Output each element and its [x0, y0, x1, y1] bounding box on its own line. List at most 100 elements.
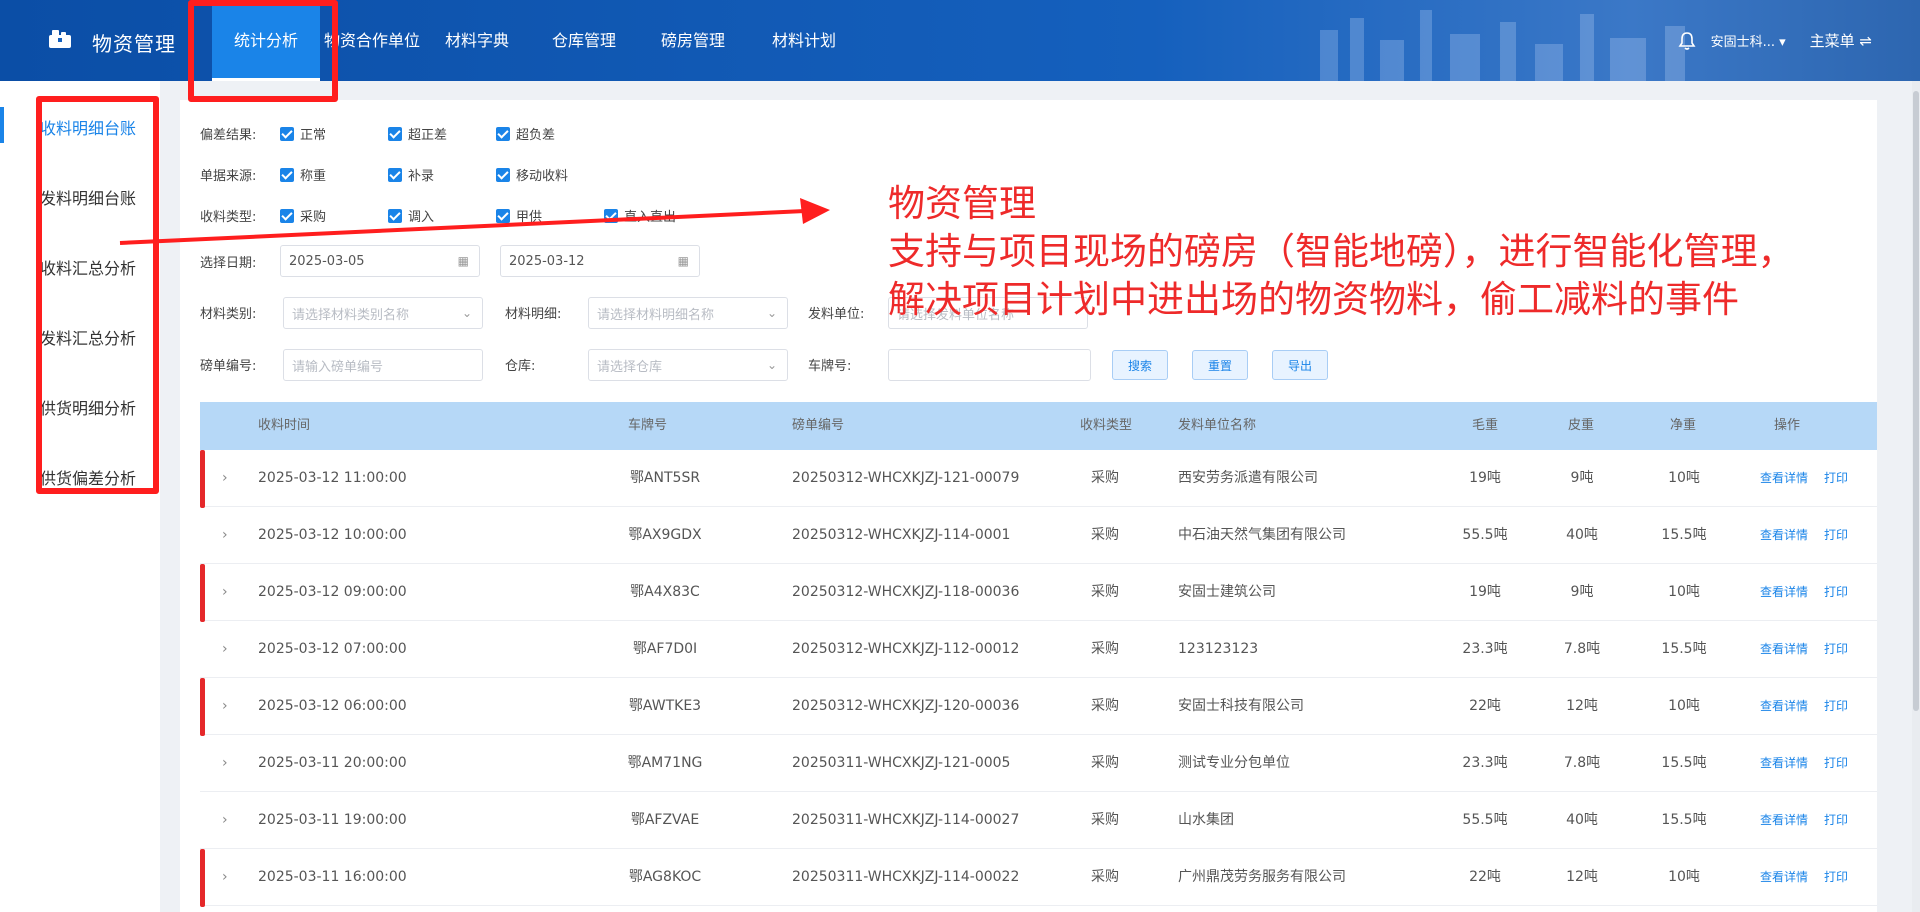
checkbox-checked-icon: [280, 167, 294, 182]
table-row[interactable]: › 2025-03-12 07:00:00 鄂AF7D0I 20250312-W…: [200, 621, 1877, 678]
table-row[interactable]: › 2025-03-12 06:00:00 鄂AWTKE3 20250312-W…: [200, 678, 1877, 735]
expand-chevron-icon[interactable]: ›: [222, 792, 228, 848]
print-link[interactable]: 打印: [1824, 564, 1848, 621]
date-start-value: 2025-03-05: [289, 253, 365, 269]
sidebar-item-receive-summary[interactable]: 收料汇总分析: [40, 255, 136, 279]
print-link[interactable]: 打印: [1824, 792, 1848, 849]
view-detail-link[interactable]: 查看详情: [1760, 507, 1808, 564]
checkbox-mobile-receive[interactable]: 移动收料: [496, 165, 568, 184]
checkbox-label: 称重: [300, 169, 327, 184]
detail-select[interactable]: 请选择材料明细名称 ⌄: [588, 297, 788, 329]
sidebar-item-supply-detail[interactable]: 供货明细分析: [40, 395, 136, 419]
checkbox-owner-supply[interactable]: 甲供: [496, 206, 542, 225]
chevron-down-icon: ⌄: [766, 306, 777, 320]
top-nav: 统计分析 物资合作单位 材料字典 仓库管理 磅房管理 材料计划: [212, 0, 860, 81]
cell-tare: 40吨: [1566, 812, 1598, 828]
checkbox-manual-entry[interactable]: 补录: [388, 165, 434, 184]
sidebar-item-issue-summary[interactable]: 发料汇总分析: [40, 325, 136, 349]
nav-tab-stats[interactable]: 统计分析: [212, 0, 320, 81]
cell-net: 10吨: [1668, 869, 1700, 885]
box-logo-icon: [49, 30, 71, 48]
expand-chevron-icon[interactable]: ›: [222, 564, 228, 620]
checkbox-label: 采购: [300, 210, 327, 225]
table-row[interactable]: › 2025-03-12 11:00:00 鄂ANT5SR 20250312-W…: [200, 450, 1877, 507]
view-detail-link[interactable]: 查看详情: [1760, 792, 1808, 849]
expand-chevron-icon[interactable]: ›: [222, 678, 228, 734]
print-link[interactable]: 打印: [1824, 678, 1848, 735]
table-row[interactable]: › 2025-03-12 09:00:00 鄂A4X83C 20250312-W…: [200, 564, 1877, 621]
checkbox-over-negative[interactable]: 超负差: [496, 124, 555, 143]
checkbox-label: 甲供: [516, 210, 543, 225]
type-label: 收料类型:: [200, 210, 257, 225]
nav-tab-partners[interactable]: 物资合作单位: [320, 0, 424, 81]
sidebar-item-supply-deviation[interactable]: 供货偏差分析: [40, 465, 136, 489]
date-end-input[interactable]: 2025-03-12 ▦: [500, 245, 700, 277]
print-link[interactable]: 打印: [1824, 849, 1848, 906]
print-link[interactable]: 打印: [1824, 621, 1848, 678]
cell-ticket: 20250312-WHCXKJZJ-121-00079: [792, 470, 1020, 486]
expand-chevron-icon[interactable]: ›: [222, 450, 228, 506]
table-row[interactable]: › 2025-03-11 19:00:00 鄂AFZVAE 20250311-W…: [200, 792, 1877, 849]
expand-chevron-icon[interactable]: ›: [222, 507, 228, 563]
print-link[interactable]: 打印: [1824, 507, 1848, 564]
page-scrollbar[interactable]: [1912, 81, 1920, 912]
expand-chevron-icon[interactable]: ›: [222, 849, 228, 905]
view-detail-link[interactable]: 查看详情: [1760, 735, 1808, 792]
plate-input[interactable]: [888, 349, 1091, 381]
expand-chevron-icon[interactable]: ›: [222, 735, 228, 791]
warehouse-select[interactable]: 请选择仓库 ⌄: [588, 349, 788, 381]
table-row[interactable]: › 2025-03-12 10:00:00 鄂AX9GDX 20250312-W…: [200, 507, 1877, 564]
cell-ticket: 20250312-WHCXKJZJ-120-00036: [792, 698, 1020, 714]
category-label: 材料类别:: [200, 307, 257, 322]
view-detail-link[interactable]: 查看详情: [1760, 678, 1808, 735]
view-detail-link[interactable]: 查看详情: [1760, 564, 1808, 621]
print-link[interactable]: 打印: [1824, 450, 1848, 507]
cell-supplier: 123123123: [1178, 641, 1259, 657]
view-detail-link[interactable]: 查看详情: [1760, 849, 1808, 906]
cell-supplier: 测试专业分包单位: [1178, 755, 1290, 771]
nav-tab-weighhouse[interactable]: 磅房管理: [638, 0, 748, 81]
checkbox-weighing[interactable]: 称重: [280, 165, 326, 184]
table-row[interactable]: › 2025-03-11 20:00:00 鄂AM71NG 20250311-W…: [200, 735, 1877, 792]
checkbox-checked-icon: [388, 208, 402, 223]
checkbox-transfer-in[interactable]: 调入: [388, 206, 434, 225]
checkbox-normal[interactable]: 正常: [280, 124, 326, 143]
cell-plate: 鄂AWTKE3: [628, 698, 702, 714]
search-button[interactable]: 搜索: [1112, 350, 1168, 380]
print-link[interactable]: 打印: [1824, 735, 1848, 792]
ticket-input[interactable]: 请输入磅单编号: [283, 349, 483, 381]
cell-ticket: 20250312-WHCXKJZJ-118-00036: [792, 584, 1020, 600]
view-detail-link[interactable]: 查看详情: [1760, 450, 1808, 507]
cell-net: 15.5吨: [1661, 755, 1707, 771]
scrollbar-thumb[interactable]: [1913, 91, 1919, 711]
cell-type: 采购: [1091, 869, 1119, 885]
table-row[interactable]: › 2025-03-11 16:00:00 鄂AG8KOC 20250311-W…: [200, 849, 1877, 906]
checkbox-label: 调入: [408, 210, 435, 225]
checkbox-purchase[interactable]: 采购: [280, 206, 326, 225]
nav-tab-warehouse[interactable]: 仓库管理: [530, 0, 638, 81]
view-detail-link[interactable]: 查看详情: [1760, 621, 1808, 678]
row-flag-marker: [200, 849, 205, 907]
checkbox-checked-icon: [388, 126, 402, 141]
category-select[interactable]: 请选择材料类别名称 ⌄: [283, 297, 483, 329]
cell-type: 采购: [1091, 584, 1119, 600]
reset-button[interactable]: 重置: [1192, 350, 1248, 380]
checkbox-over-positive[interactable]: 超正差: [388, 124, 447, 143]
sidebar-item-receive-ledger[interactable]: 收料明细台账: [40, 115, 136, 139]
main-menu-button[interactable]: 主菜单 ⇌: [1810, 30, 1872, 51]
table-header: 收料时间 车牌号 磅单编号 收料类型 发料单位名称 毛重 皮重 净重 操作: [200, 402, 1877, 450]
expand-chevron-icon[interactable]: ›: [222, 621, 228, 677]
checkbox-direct-in-out[interactable]: 直入直出: [604, 206, 676, 225]
user-name: 安固士科...: [1710, 35, 1775, 50]
date-start-input[interactable]: 2025-03-05 ▦: [280, 245, 480, 277]
cell-type: 采购: [1091, 812, 1119, 828]
cell-type: 采购: [1091, 755, 1119, 771]
nav-tab-material-plan[interactable]: 材料计划: [748, 0, 860, 81]
cell-net: 15.5吨: [1661, 812, 1707, 828]
user-dropdown[interactable]: 安固士科... ▾: [1711, 31, 1786, 50]
nav-tab-material-dict[interactable]: 材料字典: [424, 0, 530, 81]
cell-supplier: 安固士科技有限公司: [1178, 698, 1304, 714]
bell-icon[interactable]: [1677, 31, 1697, 51]
export-button[interactable]: 导出: [1272, 350, 1328, 380]
sidebar-item-issue-ledger[interactable]: 发料明细台账: [40, 185, 136, 209]
